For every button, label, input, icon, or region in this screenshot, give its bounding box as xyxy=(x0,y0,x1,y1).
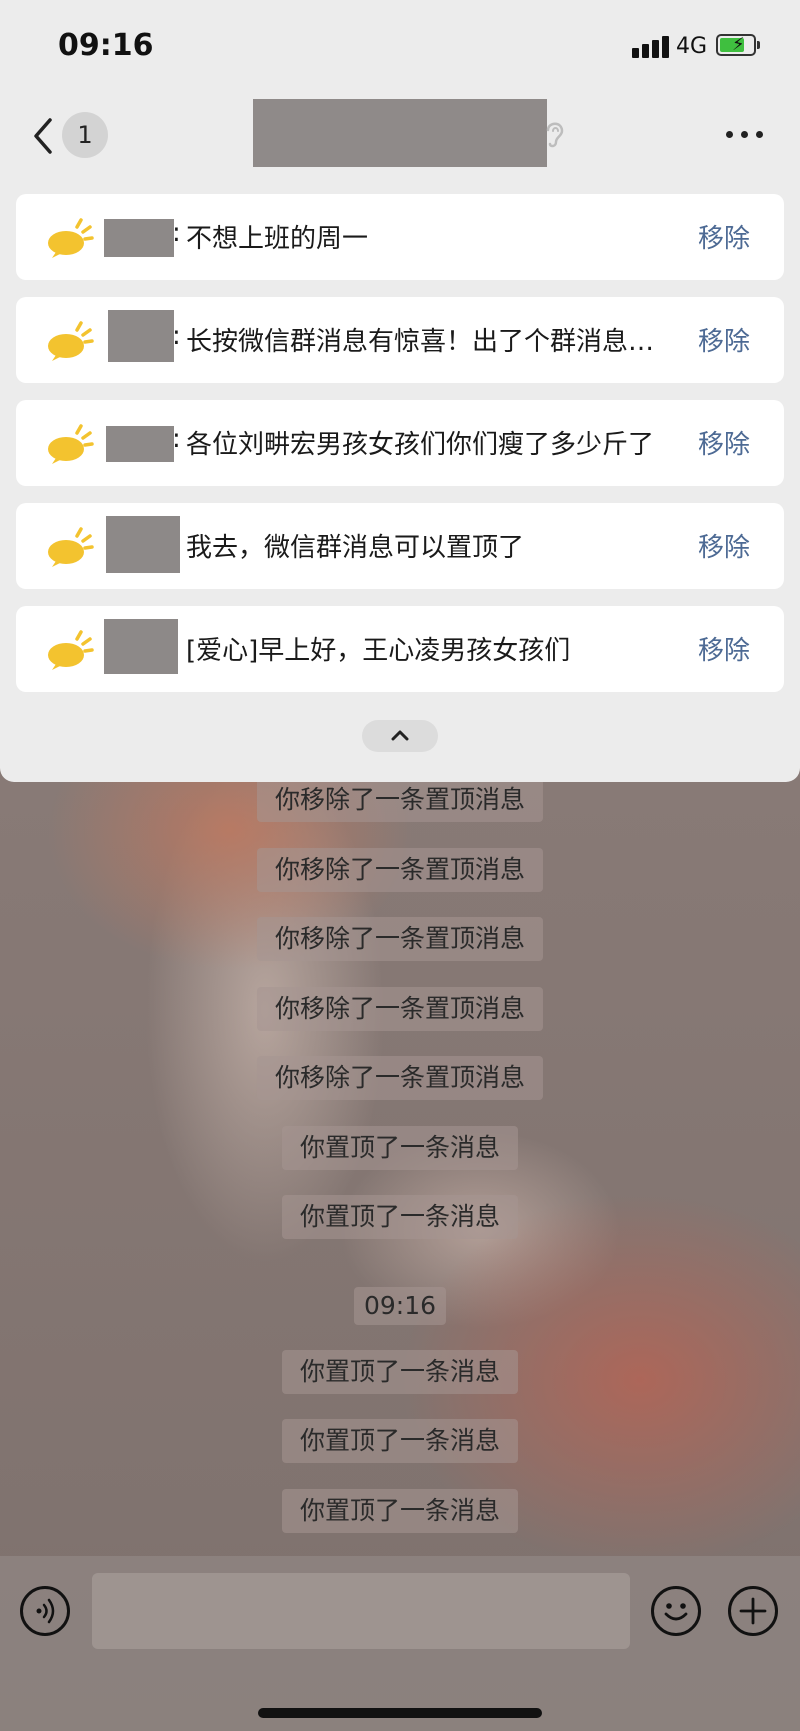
voice-input-button[interactable] xyxy=(20,1586,70,1636)
announcement-icon xyxy=(44,214,94,260)
battery-icon: ⚡ xyxy=(716,34,760,56)
pinned-text: [爱心]早上好，王心凌男孩女孩们 xyxy=(186,636,571,666)
system-message: 你置顶了一条消息 xyxy=(281,1419,519,1463)
more-options-icon[interactable] xyxy=(726,124,766,144)
message-input[interactable] xyxy=(92,1573,630,1649)
ear-icon xyxy=(543,118,567,150)
pinned-text: 长按微信群消息有惊喜！出了个群消息置顶 xyxy=(186,327,671,357)
remove-button[interactable]: 移除 xyxy=(698,218,750,255)
system-message: 你置顶了一条消息 xyxy=(281,1350,519,1394)
system-message: 你置顶了一条消息 xyxy=(281,1195,519,1239)
announcement-icon xyxy=(44,420,94,466)
chevron-up-icon xyxy=(391,730,409,741)
network-label: 4G xyxy=(676,34,708,59)
unread-count-badge[interactable]: 1 xyxy=(62,112,108,158)
pinned-text: 各位刘畊宏男孩女孩们你们瘦了多少斤了 xyxy=(186,430,655,460)
pinned-text: 我去，微信群消息可以置顶了 xyxy=(186,533,525,563)
sender-redacted xyxy=(106,426,174,462)
signal-icon xyxy=(632,34,676,58)
sender-redacted xyxy=(108,310,174,362)
system-message: 你置顶了一条消息 xyxy=(281,1489,519,1533)
status-time: 09:16 xyxy=(58,28,154,63)
colon: : xyxy=(172,321,181,351)
pinned-item[interactable]: 我去，微信群消息可以置顶了 移除 xyxy=(16,503,784,589)
system-message: 你移除了一条置顶消息 xyxy=(256,848,544,892)
remove-button[interactable]: 移除 xyxy=(698,630,750,667)
sender-redacted xyxy=(104,219,174,257)
voice-icon xyxy=(36,1598,55,1624)
colon: : xyxy=(172,424,181,454)
home-indicator xyxy=(258,1708,542,1718)
collapse-button[interactable] xyxy=(362,720,438,752)
input-bar xyxy=(0,1556,800,1731)
system-message: 你置顶了一条消息 xyxy=(281,1126,519,1170)
pinned-item[interactable]: : 各位刘畊宏男孩女孩们你们瘦了多少斤了 移除 xyxy=(16,400,784,486)
sender-redacted xyxy=(106,516,180,573)
more-functions-button[interactable] xyxy=(728,1586,778,1636)
pinned-item[interactable]: : 长按微信群消息有惊喜！出了个群消息置顶 移除 xyxy=(16,297,784,383)
system-message: 你移除了一条置顶消息 xyxy=(256,917,544,961)
timestamp: 09:16 xyxy=(353,1287,447,1325)
remove-button[interactable]: 移除 xyxy=(698,321,750,358)
pinned-item[interactable]: : 不想上班的周一 移除 xyxy=(16,194,784,280)
pinned-text: 不想上班的周一 xyxy=(186,224,369,254)
announcement-icon xyxy=(44,523,94,569)
smile-icon xyxy=(664,1603,688,1621)
sender-redacted xyxy=(104,619,178,674)
system-message: 你移除了一条置顶消息 xyxy=(256,1056,544,1100)
plus-icon xyxy=(739,1597,767,1625)
system-message: 你移除了一条置顶消息 xyxy=(256,778,544,822)
remove-button[interactable]: 移除 xyxy=(698,527,750,564)
announcement-icon xyxy=(44,317,94,363)
chat-title-redacted xyxy=(253,99,547,167)
remove-button[interactable]: 移除 xyxy=(698,424,750,461)
colon: : xyxy=(172,218,181,248)
back-icon[interactable] xyxy=(28,114,58,158)
system-message: 你移除了一条置顶消息 xyxy=(256,987,544,1031)
announcement-icon xyxy=(44,626,94,672)
pinned-item[interactable]: [爱心]早上好，王心凌男孩女孩们 移除 xyxy=(16,606,784,692)
pinned-messages-panel: 09:16 4G ⚡ 1 : 不想上班的周一 移除 : 长按微信群消息有惊喜！出… xyxy=(0,0,800,782)
emoji-button[interactable] xyxy=(651,1586,701,1636)
